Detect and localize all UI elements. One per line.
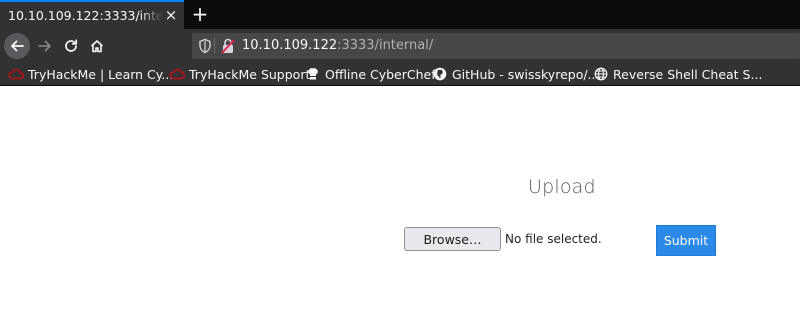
home-icon <box>90 40 104 53</box>
bookmark-label: TryHackMe | Learn Cy... <box>28 66 174 82</box>
chef-hat-icon <box>305 66 321 82</box>
file-status-text: No file selected. <box>505 232 602 246</box>
url-bar[interactable]: 10.10.109.122:3333/internal/ <box>192 33 800 59</box>
page-content: Upload Browse… No file selected. Submit <box>0 86 800 313</box>
bookmark-label: Reverse Shell Cheat S... <box>613 66 763 82</box>
arrow-right-icon <box>38 40 51 52</box>
reload-button[interactable] <box>58 33 84 59</box>
url-host: 10.10.109.122 <box>242 38 338 53</box>
bookmark-label: TryHackMe Support <box>189 66 311 82</box>
url-separator <box>214 38 215 54</box>
url-text[interactable]: 10.10.109.122:3333/internal/ <box>242 38 433 54</box>
tryhackme-cloud-icon <box>8 66 24 82</box>
tryhackme-cloud-icon <box>169 66 185 82</box>
back-button[interactable] <box>4 33 30 59</box>
forward-button[interactable] <box>32 33 58 59</box>
tab-strip: 10.10.109.122:3333/internal/ × + <box>0 0 800 29</box>
browser-tab[interactable]: 10.10.109.122:3333/internal/ × <box>0 0 184 29</box>
url-path: :3333/internal/ <box>337 38 434 53</box>
bookmark-github-swisskyrepo[interactable]: GitHub - swisskyrepo/... <box>432 65 599 83</box>
insecure-lock-icon[interactable] <box>220 37 236 55</box>
arrow-left-icon <box>11 40 24 52</box>
browse-button[interactable]: Browse… <box>404 227 501 251</box>
github-icon <box>432 66 448 82</box>
bookmark-label: GitHub - swisskyrepo/... <box>452 66 600 82</box>
bookmark-reverse-shell-cheat-sheet[interactable]: Reverse Shell Cheat S... <box>593 65 762 83</box>
page-title: Upload <box>528 176 596 198</box>
reload-icon <box>65 39 78 52</box>
plus-icon[interactable]: + <box>190 3 210 25</box>
home-button[interactable] <box>84 33 110 59</box>
tab-title: 10.10.109.122:3333/internal/ <box>8 8 163 23</box>
bookmark-tryhackme-support[interactable]: TryHackMe Support <box>169 65 310 83</box>
bookmark-tryhackme-learn[interactable]: TryHackMe | Learn Cy... <box>8 65 173 83</box>
close-icon[interactable]: × <box>164 8 178 23</box>
navigation-bar: 10.10.109.122:3333/internal/ <box>0 29 800 62</box>
submit-button[interactable]: Submit <box>656 225 716 256</box>
globe-icon <box>593 66 609 82</box>
bookmarks-bar: TryHackMe | Learn Cy... TryHackMe Suppor… <box>0 62 800 86</box>
bookmark-label: Offline CyberChef <box>325 66 436 82</box>
bookmark-offline-cyberchef[interactable]: Offline CyberChef <box>305 65 436 83</box>
shield-icon[interactable] <box>198 38 212 54</box>
